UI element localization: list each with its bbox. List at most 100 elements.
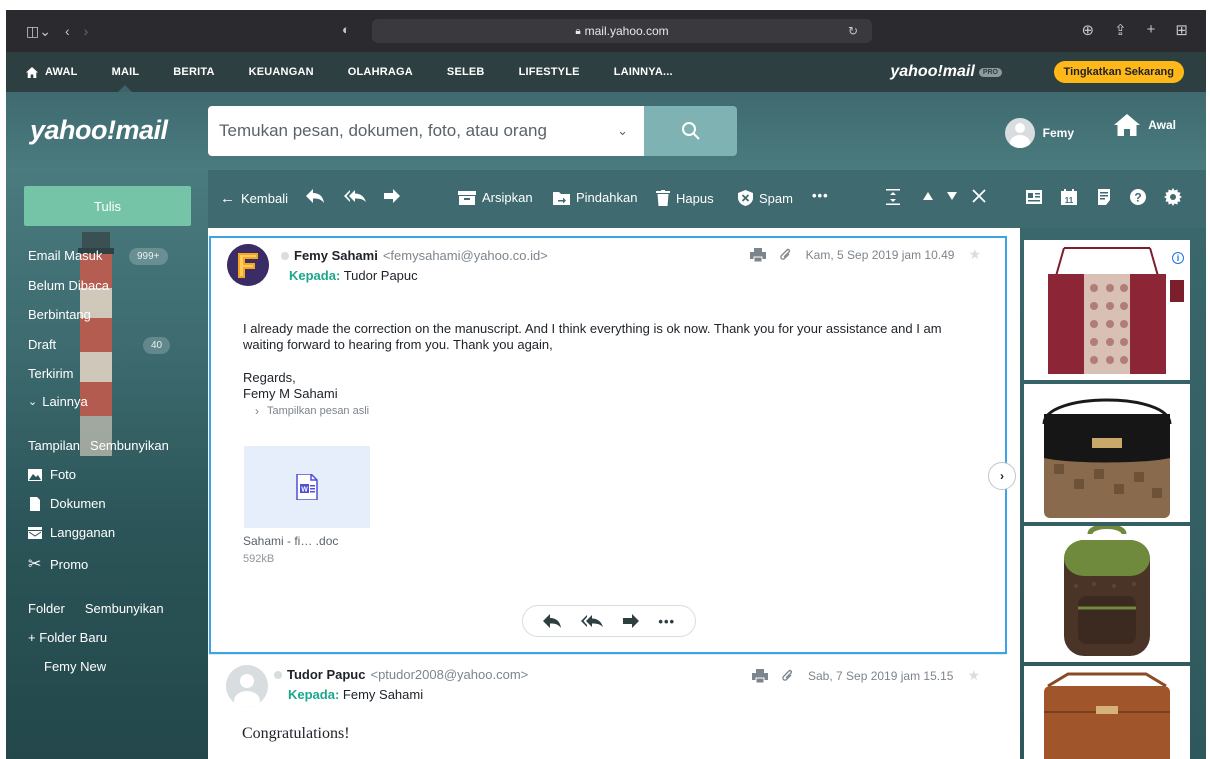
- ad-tile[interactable]: [1024, 384, 1190, 522]
- forward-icon[interactable]: ›: [84, 23, 89, 39]
- sender-name[interactable]: Tudor Papuc: [287, 667, 365, 682]
- message-card-selected[interactable]: Femy Sahami <femysahami@yahoo.co.id> Kep…: [209, 236, 1016, 654]
- share-icon[interactable]: ⇪: [1114, 21, 1127, 39]
- sidebar-item-inbox[interactable]: Email Masuk: [28, 248, 102, 263]
- view-label: Dokumen: [50, 496, 106, 511]
- sidebar-item-photos[interactable]: Foto: [28, 467, 76, 482]
- compose-button[interactable]: Tulis: [24, 186, 191, 226]
- nav-item-awal[interactable]: AWAL: [6, 52, 95, 92]
- sidebar-toggle-icon[interactable]: ◫⌄: [26, 23, 51, 40]
- home-label: Awal: [1148, 118, 1176, 132]
- nav-item-seleb[interactable]: SELEB: [430, 52, 502, 92]
- nav-item-mail[interactable]: MAIL: [95, 52, 157, 92]
- more-actions-button[interactable]: •••: [812, 188, 829, 203]
- back-icon[interactable]: ‹: [65, 23, 70, 39]
- sidebar-item-documents[interactable]: Dokumen: [28, 496, 106, 511]
- folders-hide-toggle[interactable]: Sembunyikan: [85, 601, 164, 616]
- ad-tile[interactable]: [1024, 526, 1190, 662]
- spam-button[interactable]: Spam: [738, 190, 793, 206]
- nav-label: BERITA: [173, 66, 215, 78]
- search-input[interactable]: Temukan pesan, dokumen, foto, atau orang…: [208, 106, 644, 156]
- more-icon[interactable]: •••: [658, 614, 675, 629]
- svg-text:?: ?: [1134, 191, 1141, 205]
- expand-collapse-button[interactable]: [886, 189, 900, 205]
- next-attachment-button[interactable]: ›: [988, 462, 1016, 490]
- downloads-icon[interactable]: ⊕: [1082, 21, 1095, 39]
- sender-avatar: [226, 665, 268, 707]
- reply-all-button[interactable]: [344, 189, 366, 203]
- message-card[interactable]: Tudor Papuc <ptudor2008@yahoo.com> Kepad…: [208, 654, 1006, 759]
- star-icon[interactable]: ★: [967, 667, 980, 684]
- delete-button[interactable]: Hapus: [656, 190, 714, 206]
- recipient-name[interactable]: Femy Sahami: [343, 687, 423, 702]
- ad-tile[interactable]: i: [1024, 240, 1190, 380]
- help-icon[interactable]: ?: [1130, 189, 1146, 205]
- next-message-button[interactable]: [947, 192, 957, 200]
- move-label: Pindahkan: [576, 190, 638, 205]
- nav-item-lifestyle[interactable]: LIFESTYLE: [502, 52, 597, 92]
- views-hide-toggle[interactable]: Sembunyikan: [90, 438, 169, 453]
- new-tab-icon[interactable]: +: [1147, 21, 1156, 39]
- sender-name[interactable]: Femy Sahami: [294, 248, 378, 263]
- sidebar-item-more[interactable]: ⌄ Lainnya: [28, 394, 88, 409]
- close-icon: [972, 189, 986, 203]
- attachment-thumbnail[interactable]: W: [244, 446, 370, 528]
- user-menu[interactable]: Femy: [1004, 118, 1074, 148]
- attachment-name[interactable]: Sahami - fi… .doc: [243, 534, 338, 548]
- star-icon[interactable]: ★: [968, 246, 981, 263]
- reload-icon[interactable]: ↻: [848, 24, 858, 38]
- sidebar-item-femy-new[interactable]: Femy New: [44, 659, 106, 674]
- custom-folder-label: Femy New: [44, 659, 107, 674]
- ad-tile[interactable]: [1024, 666, 1190, 759]
- folders-heading-label: Folder: [28, 601, 65, 616]
- print-icon[interactable]: [749, 247, 766, 262]
- forward-arrow-icon[interactable]: [622, 614, 639, 628]
- print-icon[interactable]: [751, 668, 768, 683]
- tab-overview-icon[interactable]: ⊞: [1175, 21, 1188, 39]
- sidebar-item-promo[interactable]: ✂ Promo: [28, 554, 88, 574]
- nav-item-keuangan[interactable]: KEUANGAN: [232, 52, 331, 92]
- sidebar-item-starred[interactable]: Berbintang: [28, 307, 91, 322]
- message-meta: Kam, 5 Sep 2019 jam 10.49 ★: [749, 246, 981, 263]
- nav-item-lainnya[interactable]: LAINNYA...: [597, 52, 690, 92]
- notepad-icon[interactable]: [1096, 189, 1112, 205]
- close-button[interactable]: [972, 189, 986, 203]
- sidebar-item-unread[interactable]: Belum Dibaca: [28, 278, 109, 293]
- move-button[interactable]: Pindahkan: [553, 190, 637, 205]
- ad-brown-bag-image: [1024, 666, 1190, 759]
- recipient-name[interactable]: Tudor Papuc: [344, 268, 418, 283]
- nav-item-berita[interactable]: BERITA: [156, 52, 231, 92]
- back-button[interactable]: ← Kembali: [220, 190, 288, 207]
- upgrade-button[interactable]: Tingkatkan Sekarang: [1053, 61, 1184, 83]
- calendar-icon[interactable]: 11: [1061, 189, 1077, 205]
- contacts-icon[interactable]: [1026, 189, 1042, 205]
- yahoo-mail-logo[interactable]: yahoo!mail: [30, 115, 168, 146]
- sidebar-item-sent[interactable]: Terkirim: [28, 366, 74, 381]
- nav-item-olahraga[interactable]: OLAHRAGA: [331, 52, 430, 92]
- sidebar-item-drafts[interactable]: Draft: [28, 337, 56, 352]
- yahoo-mail-pro-logo[interactable]: yahoo!mail PRO: [890, 63, 1002, 81]
- sidebar-item-subscriptions[interactable]: Langganan: [28, 525, 115, 540]
- reply-all-icon[interactable]: [580, 614, 603, 628]
- ad-choices-icon[interactable]: i: [1172, 252, 1184, 264]
- right-rail-toolbar: 11 ?: [1006, 170, 1206, 228]
- reply-button[interactable]: [306, 189, 324, 203]
- caret-up-icon: [923, 192, 933, 200]
- previous-message-button[interactable]: [923, 192, 933, 200]
- chevron-down-icon[interactable]: ⌄: [617, 123, 628, 139]
- message-date: Kam, 5 Sep 2019 jam 10.49: [805, 247, 955, 262]
- address-bar[interactable]: 🔒︎ mail.yahoo.com ↻: [372, 19, 872, 43]
- sender-line: Tudor Papuc <ptudor2008@yahoo.com>: [274, 667, 528, 682]
- archive-button[interactable]: Arsipkan: [458, 190, 533, 205]
- privacy-shield-icon[interactable]: ◐: [342, 22, 350, 37]
- forward-button[interactable]: [384, 189, 400, 203]
- settings-gear-icon[interactable]: [1164, 188, 1182, 206]
- trash-icon: [656, 190, 670, 206]
- home-link[interactable]: Awal: [1114, 114, 1176, 136]
- presence-dot: [274, 670, 282, 679]
- new-folder-button[interactable]: + Folder Baru: [28, 630, 107, 645]
- default-avatar-icon: [226, 665, 268, 707]
- show-original-link[interactable]: › Tampilkan pesan asli: [255, 404, 369, 418]
- search-button[interactable]: [644, 106, 737, 156]
- reply-icon[interactable]: [542, 614, 561, 628]
